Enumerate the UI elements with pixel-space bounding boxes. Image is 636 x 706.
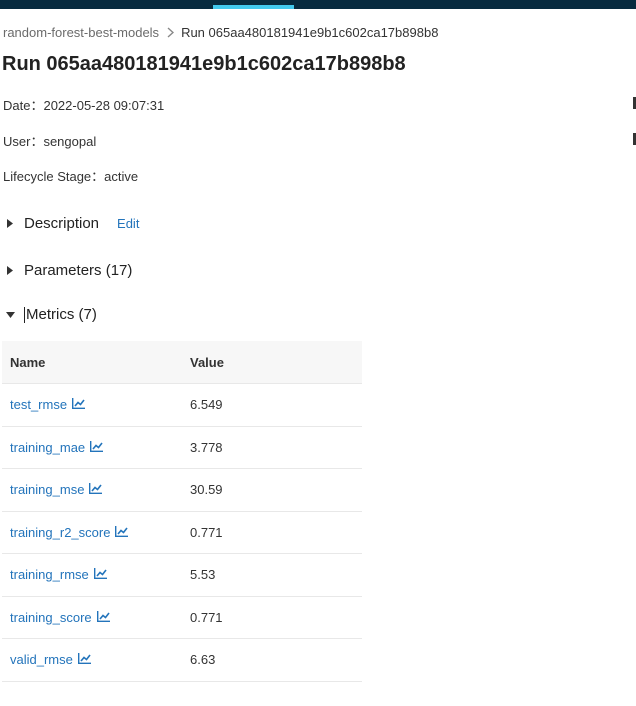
metric-link[interactable]: training_score xyxy=(10,610,110,625)
run-lifecycle-stage-value: active xyxy=(104,169,139,184)
metric-name-cell: valid_rmse xyxy=(2,638,182,682)
run-user-label: User： xyxy=(3,134,44,149)
run-user-value: sengopal xyxy=(43,134,97,149)
table-row: training_mse 30.59 xyxy=(2,468,362,512)
description-section-toggle[interactable]: Description Edit xyxy=(3,215,139,232)
metric-name-cell: training_score xyxy=(2,596,182,639)
metric-name-cell: training_mae xyxy=(2,426,182,469)
description-section-label: Description xyxy=(24,215,100,232)
line-chart-icon[interactable] xyxy=(115,525,129,540)
active-tab-indicator[interactable] xyxy=(213,5,294,9)
breadcrumb-experiment-link[interactable]: random-forest-best-models xyxy=(3,25,159,40)
metric-link[interactable]: training_r2_score xyxy=(10,524,129,540)
metric-name-cell: training_rmse xyxy=(2,553,182,597)
metric-value: 3.778 xyxy=(182,426,362,469)
page-title: Run 065aa480181941e9b1c602ca17b898b8 xyxy=(2,53,406,75)
parameters-section-toggle[interactable]: Parameters (17) xyxy=(3,262,132,279)
metric-name: training_mae xyxy=(10,439,86,455)
caret-down-icon xyxy=(3,308,17,322)
caret-right-icon xyxy=(3,264,17,278)
metric-value: 5.53 xyxy=(182,553,362,597)
run-date-value: 2022-05-28 09:07:31 xyxy=(43,98,165,113)
run-date-label: Date： xyxy=(3,98,44,113)
top-nav-bar xyxy=(0,0,636,9)
metric-link[interactable]: training_rmse xyxy=(10,567,107,582)
run-date: Date：2022-05-28 09:07:31 xyxy=(3,95,164,114)
table-row: training_mae 3.778 xyxy=(2,426,362,469)
metric-name: training_mse xyxy=(10,482,85,498)
metric-value: 0.771 xyxy=(182,511,362,554)
metrics-name-header: Name xyxy=(2,341,182,384)
metrics-table: Name Value test_rmse 6.549 training_mae 3.7… xyxy=(2,341,362,682)
edit-description-link[interactable]: Edit xyxy=(117,216,139,231)
metric-name-cell: test_rmse xyxy=(2,383,182,427)
text-cursor xyxy=(24,306,25,323)
line-chart-icon[interactable] xyxy=(93,567,107,582)
chevron-right-icon xyxy=(163,27,177,38)
metric-name: training_rmse xyxy=(10,567,89,583)
metric-value: 0.771 xyxy=(182,596,362,639)
line-chart-icon[interactable] xyxy=(89,482,103,497)
metric-link[interactable]: valid_rmse xyxy=(10,652,91,667)
run-lifecycle-stage-label: Lifecycle Stage： xyxy=(3,169,105,184)
metric-link[interactable]: training_mse xyxy=(10,482,103,498)
metric-value: 6.63 xyxy=(182,638,362,682)
metric-name: training_score xyxy=(10,609,92,625)
line-chart-icon[interactable] xyxy=(90,440,104,455)
metrics-section-toggle[interactable]: Metrics (7) xyxy=(3,306,97,323)
table-row: training_r2_score 0.771 xyxy=(2,511,362,554)
metric-name: training_r2_score xyxy=(10,524,111,540)
metric-link[interactable]: test_rmse xyxy=(10,397,86,413)
table-row: test_rmse 6.549 xyxy=(2,383,362,427)
line-chart-icon[interactable] xyxy=(77,652,91,667)
parameters-section-label: Parameters (17) xyxy=(24,262,133,279)
line-chart-icon[interactable] xyxy=(72,397,86,412)
table-row: training_rmse 5.53 xyxy=(2,553,362,597)
breadcrumb-current-run: Run 065aa480181941e9b1c602ca17b898b8 xyxy=(181,25,439,40)
metric-name: test_rmse xyxy=(10,397,68,413)
run-lifecycle-stage: Lifecycle Stage：active xyxy=(3,166,138,185)
table-row: training_score 0.771 xyxy=(2,596,362,639)
metrics-value-header: Value xyxy=(182,341,362,384)
metric-name-cell: training_r2_score xyxy=(2,511,182,554)
caret-right-icon xyxy=(3,217,17,231)
run-user: User：sengopal xyxy=(3,131,96,150)
metric-name-cell: training_mse xyxy=(2,468,182,512)
line-chart-icon[interactable] xyxy=(96,610,110,625)
metrics-table-header: Name Value xyxy=(2,341,362,384)
metric-value: 30.59 xyxy=(182,468,362,512)
metric-link[interactable]: training_mae xyxy=(10,439,104,455)
metric-name: valid_rmse xyxy=(10,652,73,668)
metric-value: 6.549 xyxy=(182,383,362,427)
metrics-section-label: Metrics (7) xyxy=(26,306,97,323)
table-row: valid_rmse 6.63 xyxy=(2,638,362,682)
breadcrumb: random-forest-best-models Run 065aa48018… xyxy=(3,25,438,40)
